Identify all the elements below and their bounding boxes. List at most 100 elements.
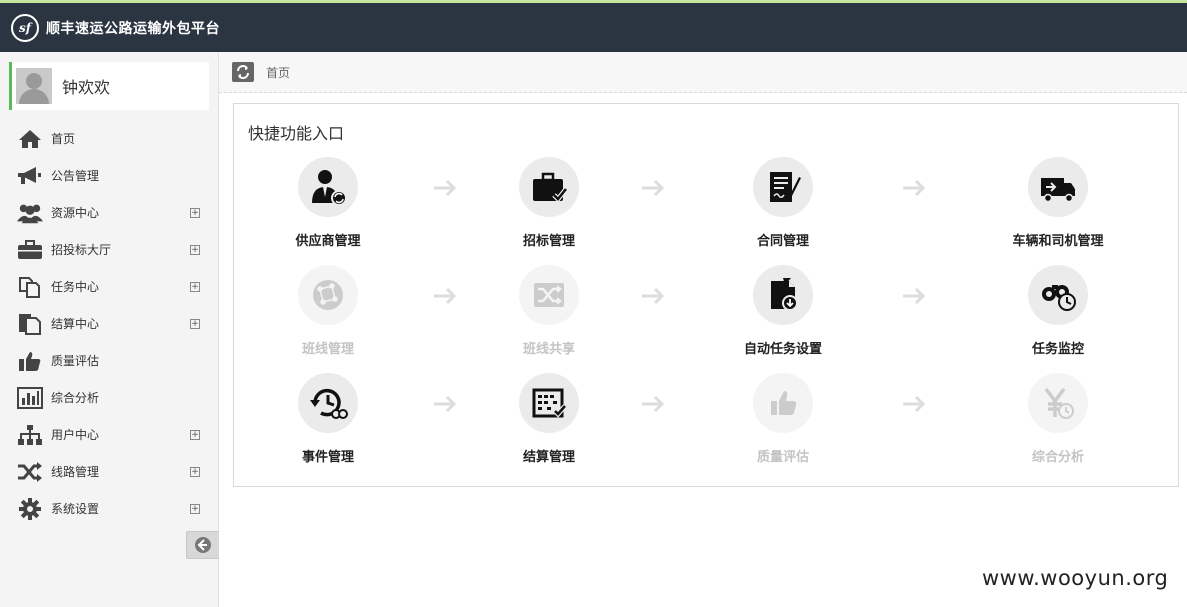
truck-icon: [1028, 157, 1088, 217]
gear-icon: [17, 497, 43, 520]
yuan-clock-icon: [1028, 373, 1088, 433]
sidebar-item-label: 综合分析: [51, 391, 100, 405]
thumbs-up-icon: [753, 373, 813, 433]
expand-icon[interactable]: +: [190, 503, 200, 514]
breadcrumb-current[interactable]: 首页: [266, 64, 290, 81]
tile-vehicle-driver-management[interactable]: 车辆和司机管理: [998, 157, 1118, 257]
user-profile[interactable]: 钟欢欢: [9, 62, 209, 110]
sidebar-item-settings[interactable]: 系统设置 +: [0, 490, 219, 527]
breadcrumb: 首页: [219, 52, 1187, 93]
network-icon: [298, 265, 358, 325]
sidebar-item-label: 用户中心: [51, 428, 100, 442]
arrow-right-icon: [642, 287, 665, 305]
sidebar-item-label: 资源中心: [51, 206, 100, 220]
sidebar-item-analysis[interactable]: 综合分析: [0, 379, 219, 416]
expand-icon[interactable]: +: [190, 281, 200, 292]
sidebar-item-label: 系统设置: [51, 502, 100, 516]
sidebar-item-announcements[interactable]: 公告管理: [0, 157, 219, 194]
tile-bidding-management[interactable]: 招标管理: [489, 157, 609, 257]
tile-event-management[interactable]: 事件管理: [268, 373, 388, 473]
panel-title: 快捷功能入口: [248, 124, 345, 143]
arrow-right-icon: [434, 179, 457, 197]
expand-icon[interactable]: +: [190, 244, 200, 255]
expand-icon[interactable]: +: [190, 318, 200, 329]
monitor-icon: [1028, 265, 1088, 325]
sidebar-item-user-center[interactable]: 用户中心 +: [0, 416, 219, 453]
tile-label: 自动任务设置: [743, 342, 822, 357]
tile-line-management[interactable]: 班线管理: [268, 265, 388, 365]
sf-logo-icon: sf: [11, 13, 39, 42]
supplier-icon: [298, 157, 358, 217]
tile-label: 结算管理: [522, 450, 575, 465]
tile-label: 供应商管理: [295, 234, 361, 249]
sidebar-item-label: 线路管理: [51, 465, 100, 479]
tile-label: 综合分析: [1031, 450, 1084, 465]
sidebar-item-quality[interactable]: 质量评估: [0, 342, 219, 379]
thumbs-up-icon: [17, 350, 43, 372]
bar-chart-icon: [17, 386, 43, 409]
document-icon: [17, 313, 43, 335]
shuffle-icon: [17, 461, 43, 483]
expand-icon[interactable]: +: [190, 207, 200, 218]
contract-icon: [753, 157, 813, 217]
sidebar-item-label: 首页: [51, 132, 76, 146]
arrow-left-circle-icon: [195, 537, 211, 553]
collapse-sidebar-button[interactable]: [186, 531, 219, 559]
tile-contract-management[interactable]: 合同管理: [723, 157, 843, 257]
avatar: [16, 68, 52, 104]
expand-icon[interactable]: +: [190, 429, 200, 440]
sidebar-item-label: 质量评估: [51, 354, 100, 368]
bidding-icon: [519, 157, 579, 217]
tile-line-sharing[interactable]: 班线共享: [489, 265, 609, 365]
tile-label: 合同管理: [756, 234, 809, 249]
tile-comprehensive-analysis[interactable]: 综合分析: [998, 373, 1118, 473]
arrow-right-icon: [434, 395, 457, 413]
sidebar-item-resources[interactable]: 资源中心 +: [0, 194, 219, 231]
sidebar-item-home[interactable]: 首页: [0, 120, 219, 157]
tile-settlement-management[interactable]: 结算管理: [489, 373, 609, 473]
share-icon: [519, 265, 579, 325]
history-icon: [298, 373, 358, 433]
sidebar-item-task-center[interactable]: 任务中心 +: [0, 268, 219, 305]
copy-icon: [17, 276, 43, 298]
tile-label: 招标管理: [522, 234, 575, 249]
tile-task-monitoring[interactable]: 任务监控: [998, 265, 1118, 365]
tile-label: 质量评估: [756, 450, 809, 465]
users-icon: [17, 202, 43, 224]
tile-label: 任务监控: [1031, 342, 1084, 357]
sidebar-item-settlement-center[interactable]: 结算中心 +: [0, 305, 219, 342]
abacus-icon: [519, 373, 579, 433]
watermark: www.wooyun.org: [982, 566, 1169, 590]
arrow-right-icon: [903, 287, 926, 305]
sidebar-item-label: 任务中心: [51, 280, 100, 294]
sidebar-item-label: 结算中心: [51, 317, 100, 331]
top-header: sf 顺丰速运公路运输外包平台: [0, 3, 1187, 52]
tile-label: 班线共享: [522, 342, 575, 357]
tile-supplier-management[interactable]: 供应商管理: [268, 157, 388, 257]
tile-quality-evaluation[interactable]: 质量评估: [723, 373, 843, 473]
sidebar-menu: 首页 公告管理 资源中心 + 招投标大厅 + 任务中心 + 结算中心 + 质量评…: [0, 120, 219, 527]
expand-icon[interactable]: +: [190, 466, 200, 477]
tile-label: 事件管理: [301, 450, 354, 465]
megaphone-icon: [17, 165, 43, 187]
quick-access-panel: 快捷功能入口 供应商管理 招标管理 合同管理 车辆和司机管理 班线管理 班线共享…: [233, 103, 1179, 487]
arrow-right-icon: [642, 395, 665, 413]
arrow-right-icon: [903, 179, 926, 197]
arrow-right-icon: [903, 395, 926, 413]
sidebar: 钟欢欢 首页 公告管理 资源中心 + 招投标大厅 + 任务中心 + 结算中心 +…: [0, 52, 219, 607]
sidebar-item-bidding-hall[interactable]: 招投标大厅 +: [0, 231, 219, 268]
tile-label: 车辆和司机管理: [1012, 234, 1104, 249]
refresh-icon[interactable]: [232, 62, 254, 82]
sitemap-icon: [17, 424, 43, 446]
auto-task-icon: [753, 265, 813, 325]
sidebar-item-label: 公告管理: [51, 169, 100, 183]
app-title: 顺丰速运公路运输外包平台: [46, 20, 220, 37]
user-name: 钟欢欢: [62, 78, 111, 97]
arrow-right-icon: [642, 179, 665, 197]
sidebar-item-routes[interactable]: 线路管理 +: [0, 453, 219, 490]
home-icon: [17, 128, 43, 150]
sidebar-item-label: 招投标大厅: [51, 243, 112, 257]
arrow-right-icon: [434, 287, 457, 305]
briefcase-icon: [17, 239, 43, 261]
tile-auto-task-settings[interactable]: 自动任务设置: [723, 265, 843, 365]
